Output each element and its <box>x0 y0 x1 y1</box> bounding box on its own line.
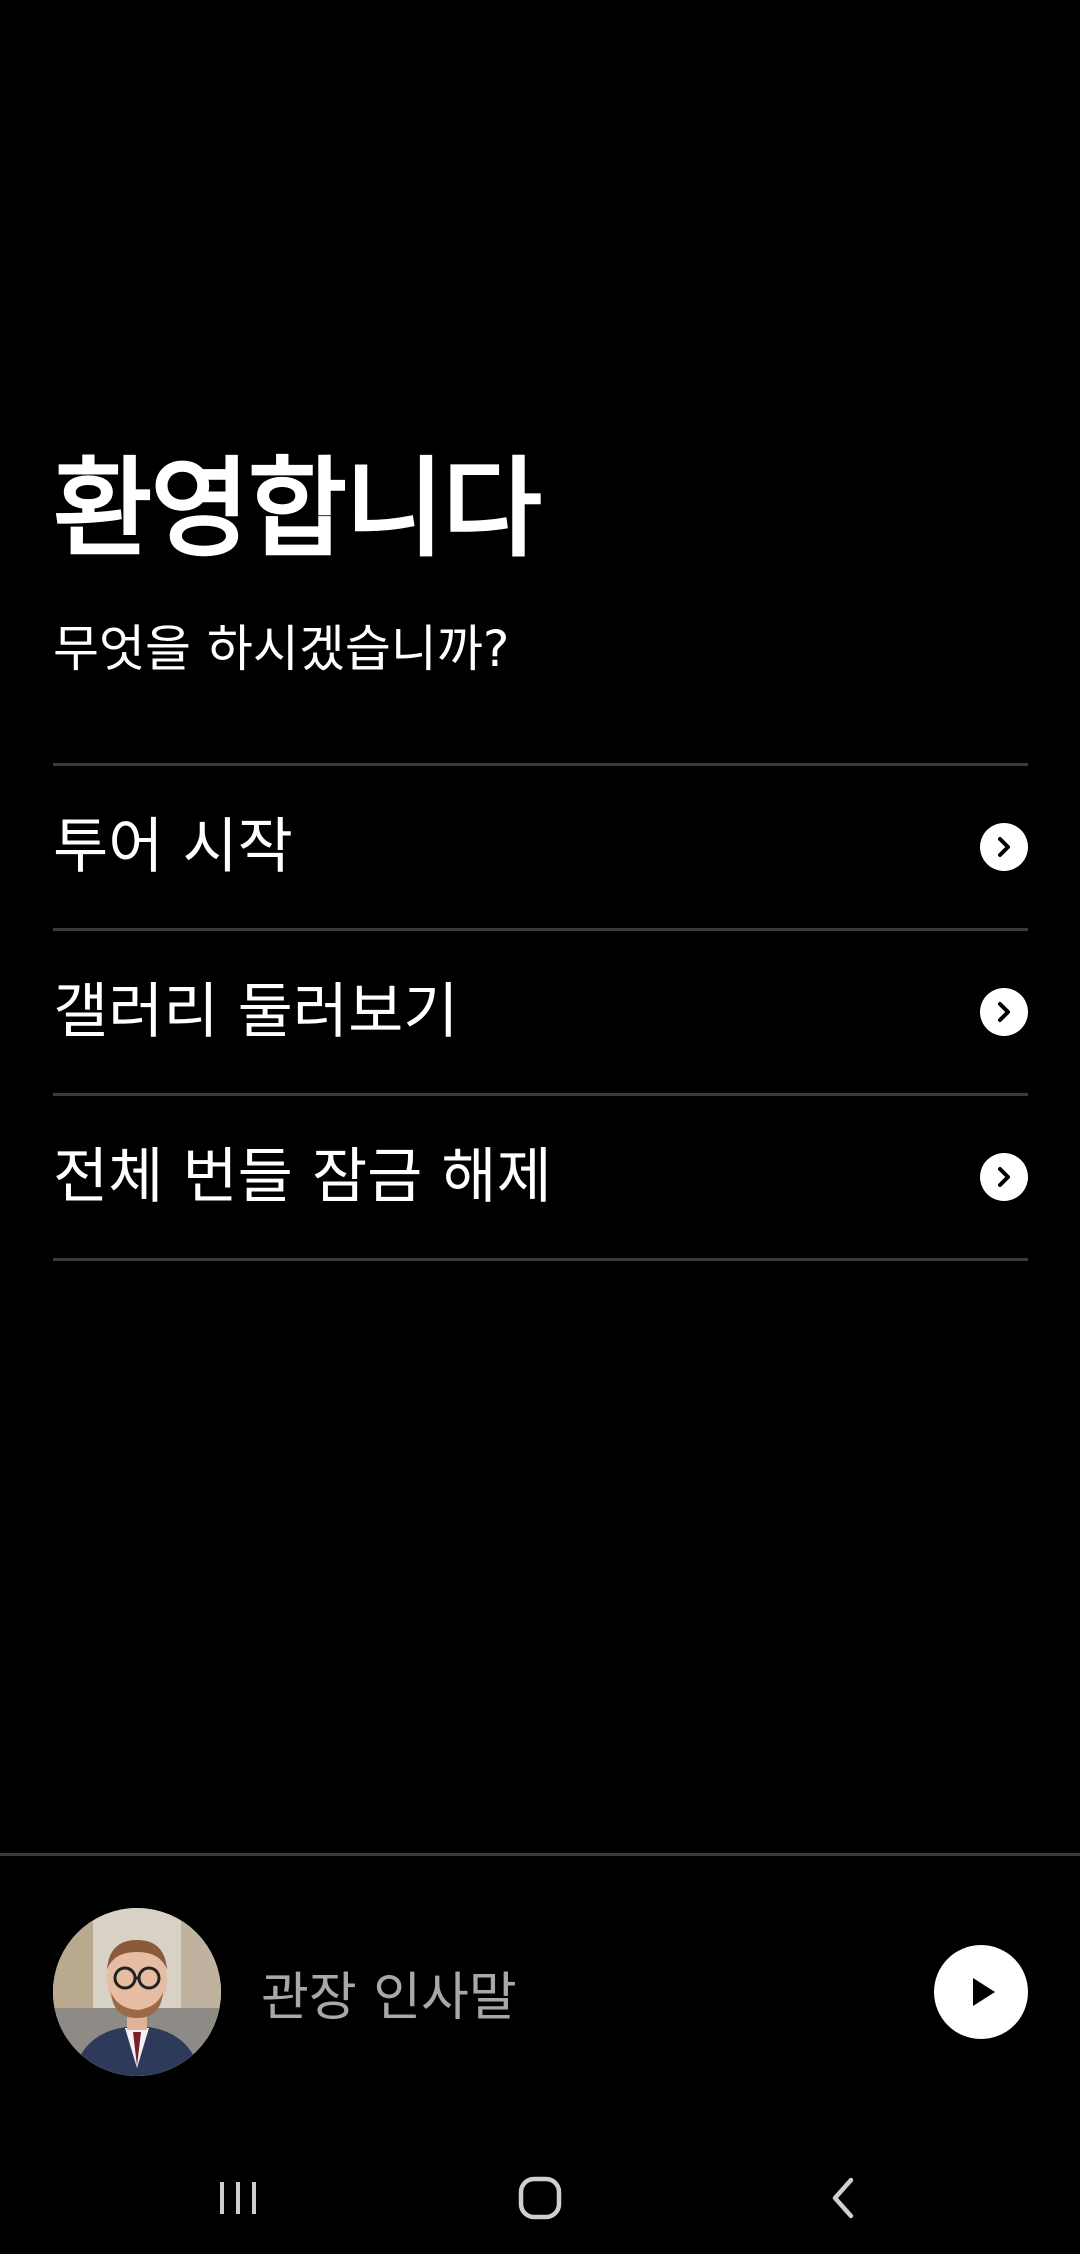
menu-item-unlock-bundle[interactable]: 전체 번들 잠금 해제 <box>53 1096 1028 1261</box>
page-subtitle: 무엇을 하시겠습니까? <box>53 620 510 678</box>
page-title: 환영합니다 <box>53 447 542 572</box>
menu-item-browse-gallery[interactable]: 갤러리 둘러보기 <box>53 931 1028 1096</box>
chevron-right-circle-icon <box>980 988 1028 1036</box>
back-icon <box>832 2177 854 2219</box>
home-icon <box>518 2176 562 2220</box>
avatar <box>53 1908 221 2076</box>
chevron-right-circle-icon <box>980 1153 1028 1201</box>
audio-player: 관장 인사말 <box>53 1908 1028 2076</box>
player-track-label: 관장 인사말 <box>261 1967 517 2028</box>
chevron-right-circle-icon <box>980 823 1028 871</box>
play-button[interactable] <box>934 1945 1028 2039</box>
welcome-screen: 환영합니다 무엇을 하시겠습니까? 투어 시작 갤러리 둘러보기 전체 번들 잠… <box>0 0 1080 2254</box>
home-button[interactable] <box>500 2158 580 2238</box>
main-menu: 투어 시작 갤러리 둘러보기 전체 번들 잠금 해제 <box>53 763 1028 1261</box>
menu-item-label: 전체 번들 잠금 해제 <box>53 1142 552 1212</box>
back-button[interactable] <box>803 2158 883 2238</box>
menu-item-start-tour[interactable]: 투어 시작 <box>53 766 1028 931</box>
menu-item-label: 투어 시작 <box>53 812 293 882</box>
recents-icon <box>220 2182 256 2214</box>
play-icon <box>973 1978 995 2006</box>
menu-item-label: 갤러리 둘러보기 <box>53 977 459 1047</box>
recents-button[interactable] <box>198 2158 278 2238</box>
player-divider <box>0 1853 1080 1856</box>
system-nav-bar <box>0 2140 1080 2254</box>
